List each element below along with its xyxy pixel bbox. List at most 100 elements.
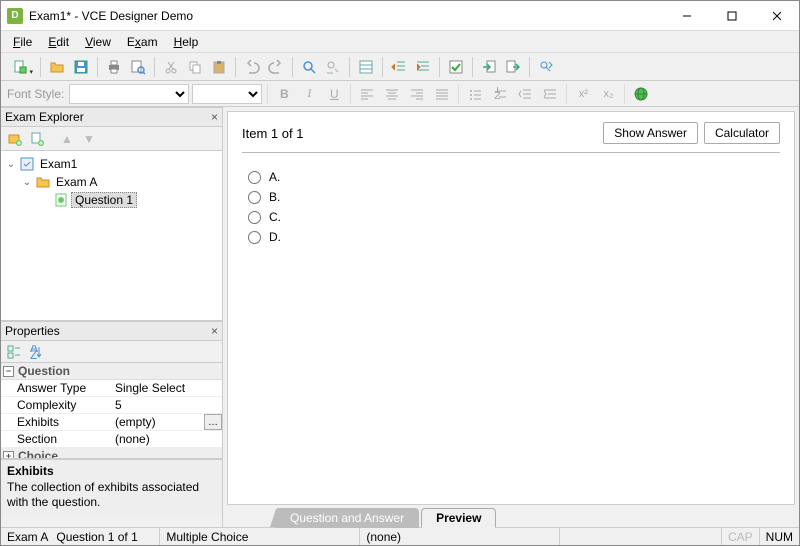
window-title: Exam1* - VCE Designer Demo (29, 9, 664, 23)
move-up-button[interactable]: ▲ (57, 129, 77, 149)
property-description: Exhibits The collection of exhibits asso… (1, 459, 222, 515)
web-button[interactable] (630, 83, 652, 105)
cut-button[interactable] (160, 56, 182, 78)
properties-button[interactable] (355, 56, 377, 78)
calculator-button[interactable]: Calculator (704, 122, 780, 144)
redo-button[interactable] (265, 56, 287, 78)
bullet-list-button[interactable] (464, 83, 486, 105)
prop-complexity[interactable]: Complexity5 (1, 397, 222, 414)
alphabetical-button[interactable]: AZ (27, 343, 45, 361)
increase-indent-button[interactable] (539, 83, 561, 105)
choice-a[interactable]: A. (242, 167, 780, 187)
new-button[interactable] (5, 56, 35, 78)
property-description-title: Exhibits (7, 464, 216, 480)
font-size-select[interactable] (192, 84, 262, 104)
app-window: D Exam1* - VCE Designer Demo FFileile Ed… (0, 0, 800, 546)
align-center-button[interactable] (381, 83, 403, 105)
categorized-button[interactable] (5, 343, 23, 361)
save-button[interactable] (70, 56, 92, 78)
underline-button[interactable]: U (323, 83, 345, 105)
align-justify-button[interactable] (431, 83, 453, 105)
open-button[interactable] (46, 56, 68, 78)
left-sidebar: Exam Explorer × ▲ ▼ ⌄ Exam1 ⌄ Ex (1, 107, 223, 527)
print-preview-button[interactable] (127, 56, 149, 78)
tab-preview[interactable]: Preview (421, 508, 496, 528)
status-question: Question 1 of 1 (50, 528, 160, 545)
replace-button[interactable] (322, 56, 344, 78)
superscript-button[interactable]: x² (572, 83, 594, 105)
tree-root[interactable]: ⌄ Exam1 (5, 155, 218, 173)
choice-a-radio[interactable] (248, 171, 261, 184)
font-family-select[interactable] (69, 84, 189, 104)
exam-tree[interactable]: ⌄ Exam1 ⌄ Exam A · Question 1 (1, 151, 222, 321)
choice-d-radio[interactable] (248, 231, 261, 244)
maximize-button[interactable] (709, 1, 754, 31)
add-question-button[interactable] (27, 129, 47, 149)
italic-button[interactable]: I (298, 83, 320, 105)
exhibits-edit-button[interactable]: … (204, 414, 222, 430)
outdent-button[interactable] (388, 56, 410, 78)
expand-icon[interactable]: ⌄ (5, 159, 17, 170)
item-counter: Item 1 of 1 (242, 126, 303, 141)
prop-section[interactable]: Section(none) (1, 431, 222, 448)
prop-exhibits[interactable]: Exhibits(empty)… (1, 414, 222, 431)
preview-header: Item 1 of 1 Show Answer Calculator (242, 122, 780, 153)
choice-b-radio[interactable] (248, 191, 261, 204)
explorer-close-icon[interactable]: × (211, 110, 218, 124)
check-button[interactable] (445, 56, 467, 78)
undo-button[interactable] (241, 56, 263, 78)
export-button[interactable] (502, 56, 524, 78)
print-button[interactable] (103, 56, 125, 78)
align-right-button[interactable] (406, 83, 428, 105)
menubar: FFileile Edit View Exam Help (1, 31, 799, 53)
expand-icon[interactable]: ⌄ (21, 177, 33, 188)
section-icon (35, 174, 51, 190)
format-toolbar: Font Style: B I U 12 x² x₂ (1, 81, 799, 107)
minimize-button[interactable] (664, 1, 709, 31)
move-down-button[interactable]: ▼ (79, 129, 99, 149)
tree-root-label: Exam1 (37, 157, 80, 171)
menu-edit[interactable]: Edit (40, 33, 77, 51)
choice-c-radio[interactable] (248, 211, 261, 224)
import-button[interactable] (478, 56, 500, 78)
choice-b[interactable]: B. (242, 187, 780, 207)
find-button[interactable] (298, 56, 320, 78)
explorer-header: Exam Explorer × (1, 107, 222, 127)
run-button[interactable] (535, 56, 557, 78)
exam-icon (19, 156, 35, 172)
properties-close-icon[interactable]: × (211, 324, 218, 338)
choice-a-label: A. (269, 170, 280, 184)
choice-d[interactable]: D. (242, 227, 780, 247)
explorer-title: Exam Explorer (5, 110, 84, 124)
category-choice[interactable]: +Choice (1, 448, 222, 459)
right-pane: Item 1 of 1 Show Answer Calculator A. B.… (223, 107, 799, 527)
menu-help[interactable]: Help (166, 33, 207, 51)
tree-section-label: Exam A (53, 175, 100, 189)
property-description-body: The collection of exhibits associated wi… (7, 480, 216, 511)
align-left-button[interactable] (356, 83, 378, 105)
number-list-button[interactable]: 12 (489, 83, 511, 105)
add-section-button[interactable] (5, 129, 25, 149)
menu-exam[interactable]: Exam (119, 33, 166, 51)
properties-grid[interactable]: −Question Answer TypeSingle Select Compl… (1, 363, 222, 459)
subscript-button[interactable]: x₂ (597, 83, 619, 105)
show-answer-button[interactable]: Show Answer (603, 122, 698, 144)
menu-view[interactable]: View (77, 33, 119, 51)
choice-c[interactable]: C. (242, 207, 780, 227)
statusbar: Exam A Question 1 of 1 Multiple Choice (… (1, 527, 799, 545)
paste-button[interactable] (208, 56, 230, 78)
tree-question-label: Question 1 (71, 192, 137, 208)
menu-file[interactable]: FFileile (5, 33, 40, 51)
tab-question-answer[interactable]: Question and Answer (275, 508, 419, 528)
bold-button[interactable]: B (273, 83, 295, 105)
indent-button[interactable] (412, 56, 434, 78)
category-question[interactable]: −Question (1, 363, 222, 380)
copy-button[interactable] (184, 56, 206, 78)
editor-tabs: Question and Answer Preview (227, 505, 795, 527)
tree-section[interactable]: ⌄ Exam A (5, 173, 218, 191)
close-button[interactable] (754, 1, 799, 31)
decrease-indent-button[interactable] (514, 83, 536, 105)
prop-answer-type[interactable]: Answer TypeSingle Select (1, 380, 222, 397)
tree-question[interactable]: · Question 1 (5, 191, 218, 209)
properties-toolbar: AZ (1, 341, 222, 363)
